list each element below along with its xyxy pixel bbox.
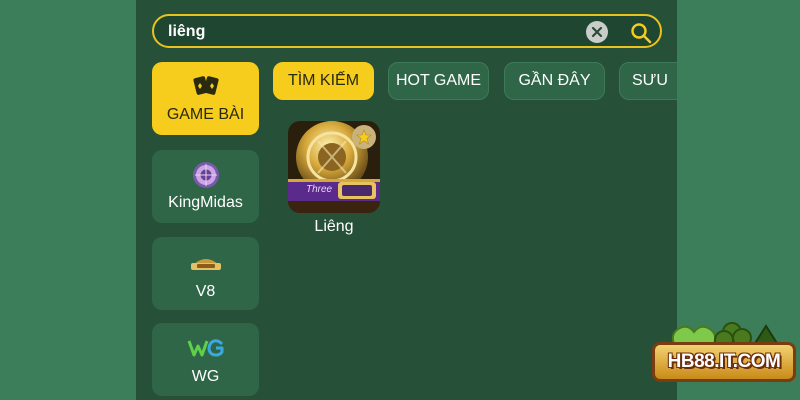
cards-icon — [152, 74, 259, 98]
search-button[interactable] — [629, 21, 653, 45]
category-label: WG — [191, 368, 220, 385]
search-bar — [152, 14, 662, 48]
tab-suu-tap[interactable]: SƯU — [619, 62, 677, 100]
category-label: V8 — [195, 283, 216, 300]
brand-logo-text: HB88.IT.COM — [667, 351, 781, 372]
search-icon — [631, 23, 652, 44]
category-label: KingMidas — [168, 194, 243, 211]
game-thumbnail-lieng[interactable]: Three — [288, 121, 380, 213]
wg-logo-icon — [152, 338, 259, 358]
brand-logo-plate: HB88.IT.COM — [652, 342, 796, 382]
star-icon — [356, 129, 372, 145]
tab-tim-kiem[interactable]: TÌM KIẾM — [273, 62, 374, 100]
category-v8[interactable]: V8 — [152, 237, 259, 310]
favorite-button[interactable] — [352, 125, 376, 149]
category-kingmidas[interactable]: KingMidas — [152, 150, 259, 223]
v8-logo-icon — [152, 251, 259, 271]
brand-watermark: HB88.IT.COM — [648, 318, 798, 392]
game-lobby-panel: GAME BÀI KingMidas V8 — [136, 0, 677, 400]
search-input[interactable] — [168, 21, 578, 43]
category-wg[interactable]: WG — [152, 323, 259, 396]
tab-gan-day[interactable]: GẦN ĐÂY — [504, 62, 605, 100]
category-label: GAME BÀI — [166, 106, 245, 123]
game-thumbnail-caption: Three — [306, 184, 333, 195]
game-name-label: Liêng — [314, 218, 354, 235]
close-icon — [591, 26, 603, 38]
clear-search-button[interactable] — [586, 21, 608, 43]
kingmidas-logo-icon — [152, 160, 259, 190]
category-game-bai[interactable]: GAME BÀI — [152, 62, 259, 135]
tab-hot-game[interactable]: HOT GAME — [388, 62, 489, 100]
